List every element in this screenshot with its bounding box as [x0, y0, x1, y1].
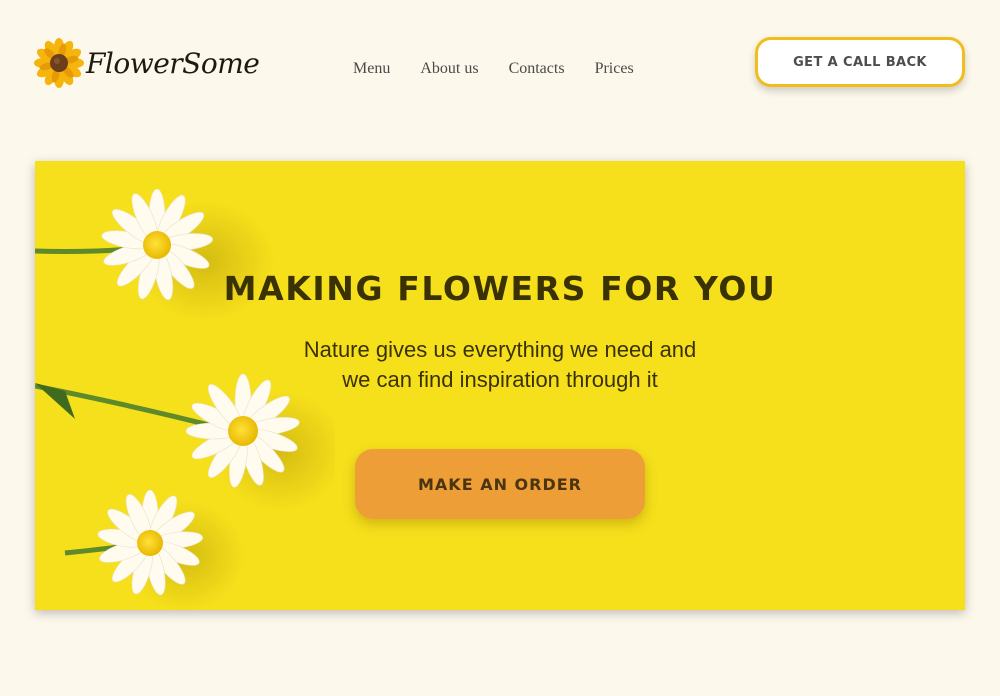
get-call-back-button[interactable]: GET A CALL BACK — [755, 37, 965, 87]
daisies-image — [35, 188, 335, 610]
nav-item-menu[interactable]: Menu — [353, 58, 390, 80]
nav-item-prices[interactable]: Prices — [595, 58, 634, 80]
nav-item-contacts[interactable]: Contacts — [509, 58, 565, 80]
logo-text: FlowerSome — [86, 46, 260, 80]
hero-title: MAKING FLOWERS FOR YOU — [223, 269, 777, 308]
logo[interactable]: FlowerSome — [34, 38, 260, 88]
hero-banner: MAKING FLOWERS FOR YOU Nature gives us e… — [35, 161, 965, 610]
nav-item-about-us[interactable]: About us — [420, 58, 478, 80]
page: FlowerSome Menu About us Contacts Prices… — [0, 0, 1000, 696]
main-nav: Menu About us Contacts Prices — [353, 58, 634, 80]
make-order-button[interactable]: MAKE AN ORDER — [355, 449, 645, 519]
hero-subtitle: Nature gives us everything we need and w… — [303, 337, 697, 392]
sunflower-icon — [34, 38, 84, 88]
